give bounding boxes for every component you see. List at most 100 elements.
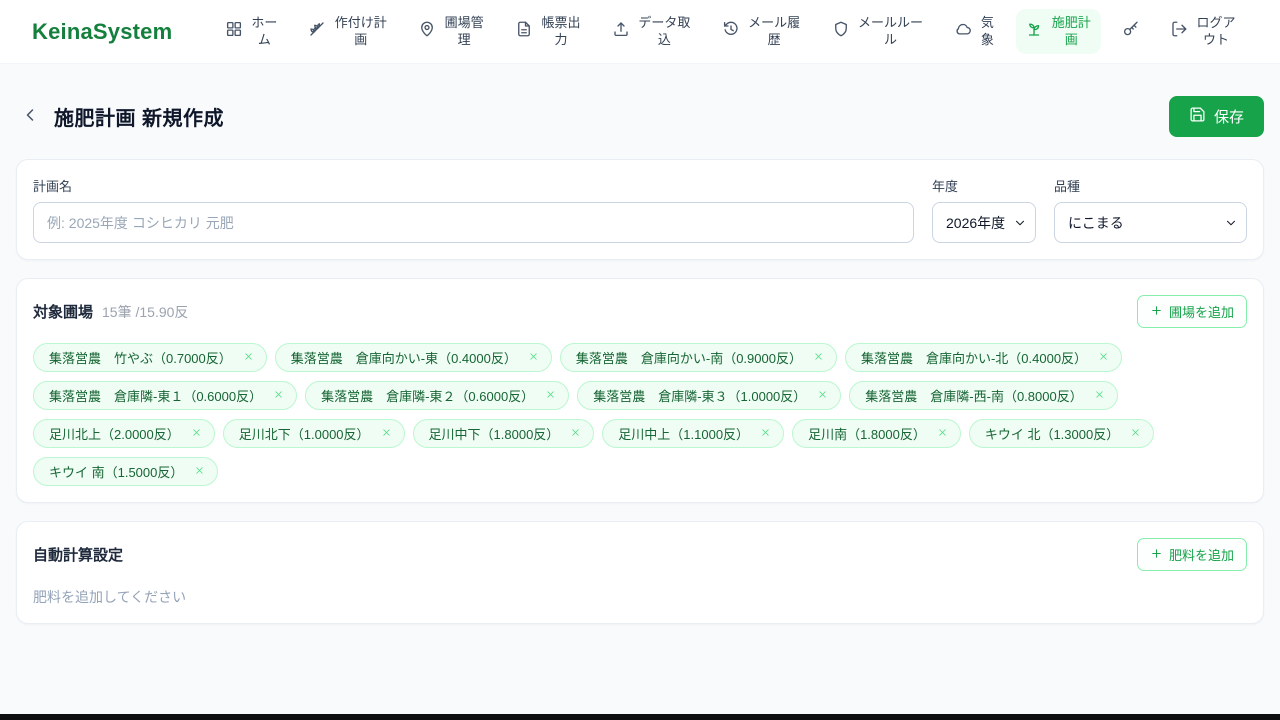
remove-field-button[interactable] (190, 425, 203, 442)
close-icon (528, 350, 539, 365)
shield-icon (832, 20, 850, 43)
nav-item-report-output[interactable]: 帳票出力 (506, 9, 591, 55)
field-chip-label: 集落営農 倉庫隣-東２（0.6000反） (321, 389, 535, 404)
remove-field-button[interactable] (759, 425, 772, 442)
close-icon (1130, 426, 1141, 441)
close-icon (817, 388, 828, 403)
field-chip-label: 集落営農 倉庫向かい-南（0.9000反） (575, 351, 802, 366)
variety-select[interactable]: にこまる (1054, 202, 1247, 243)
target-fields-card: 対象圃場 15筆 /15.90反 圃場を追加 集落営農 竹やぶ（0.7000反）… (16, 278, 1264, 503)
remove-field-button[interactable] (936, 425, 949, 442)
field-chip: 集落営農 倉庫向かい-北（0.4000反） (844, 343, 1123, 372)
field-chip: キウイ 北（1.3000反） (968, 419, 1155, 448)
brand-logo: KeinaSystem (32, 18, 173, 44)
year-label: 年度 (932, 179, 959, 194)
field-chip-label: 集落営農 竹やぶ（0.7000反） (49, 351, 232, 366)
auto-calc-card: 自動計算設定 肥料を追加 肥料を追加してください (16, 521, 1264, 624)
add-fertilizer-button[interactable]: 肥料を追加 (1136, 538, 1247, 571)
nav-item-mail-history[interactable]: メール履歴 (713, 9, 811, 55)
remove-field-button[interactable] (527, 349, 540, 366)
nav-item-logout[interactable]: ログアウト (1161, 9, 1246, 55)
add-field-button[interactable]: 圃場を追加 (1136, 295, 1247, 328)
nav-item-key[interactable] (1113, 14, 1149, 49)
remove-field-button[interactable] (193, 463, 206, 480)
field-chip-label: 足川北下（1.0000反） (238, 427, 370, 442)
remove-field-button[interactable] (544, 387, 557, 404)
remove-field-button[interactable] (242, 349, 255, 366)
nav-item-weather[interactable]: 気象 (945, 9, 1004, 55)
target-fields-summary: 15筆 /15.90反 (102, 303, 189, 320)
logout-icon (1170, 20, 1188, 43)
plus-icon (1150, 547, 1163, 563)
field-chip-label: 集落営農 倉庫隣-東３（1.0000反） (593, 389, 807, 404)
remove-field-button[interactable] (569, 425, 582, 442)
remove-field-button[interactable] (812, 349, 825, 366)
field-chip: 集落営農 倉庫隣-東３（1.0000反） (577, 381, 842, 410)
bottom-strip (0, 714, 1280, 720)
back-button[interactable] (16, 101, 44, 132)
plan-meta-card: 計画名 年度 2026年度 品種 にこまる (16, 159, 1264, 260)
page-title: 施肥計画 新規作成 (54, 108, 225, 130)
close-icon (760, 426, 771, 441)
close-icon (191, 426, 202, 441)
nav-item-label: 作付け計画 (334, 14, 387, 47)
seedling-icon (1025, 20, 1043, 43)
close-icon (545, 388, 556, 403)
nav-item-home[interactable]: ホーム (216, 9, 287, 55)
nav-item-label: メール履歴 (748, 14, 801, 47)
field-chip-label: 集落営農 倉庫向かい-東（0.4000反） (290, 351, 517, 366)
auto-calc-title: 自動計算設定 (33, 547, 124, 564)
field-chip: キウイ 南（1.5000反） (33, 457, 219, 486)
top-navigation-bar: KeinaSystem ホーム 作付け計画 圃場管理 帳票出力 データ取込 メー… (0, 0, 1280, 64)
nav-item-label: 圃場管理 (444, 14, 484, 47)
field-chip: 足川中上（1.1000反） (602, 419, 785, 448)
remove-field-button[interactable] (816, 387, 829, 404)
save-button-label: 保存 (1213, 109, 1244, 126)
close-icon (1098, 350, 1109, 365)
close-icon (937, 426, 948, 441)
field-chip: 足川北上（2.0000反） (33, 419, 215, 448)
field-chip: 足川北下（1.0000反） (222, 419, 405, 448)
nav-item-data-import[interactable]: データ取込 (603, 9, 701, 55)
year-select[interactable]: 2026年度 (932, 202, 1036, 243)
field-chip: 足川南（1.8000反） (792, 419, 961, 448)
main-content: 施肥計画 新規作成 保存 計画名 年度 2026年度 品種 (0, 96, 1280, 624)
remove-field-button[interactable] (1093, 387, 1106, 404)
nav-item-fertilization-plan[interactable]: 施肥計画 (1016, 8, 1102, 55)
plan-name-group: 計画名 (33, 176, 914, 243)
main-nav: ホーム 作付け計画 圃場管理 帳票出力 データ取込 メール履歴 メールルール 気… (216, 8, 1246, 55)
nav-item-label: データ取込 (638, 14, 691, 47)
close-icon (1094, 388, 1105, 403)
close-icon (194, 464, 205, 479)
remove-field-button[interactable] (380, 425, 393, 442)
plan-name-input[interactable] (33, 202, 914, 243)
target-fields-title: 対象圃場 (33, 304, 94, 321)
nav-item-label: ホーム (251, 14, 278, 47)
close-icon (813, 350, 824, 365)
nav-item-label: 帳票出力 (541, 14, 581, 47)
field-chip: 足川中下（1.8000反） (412, 419, 595, 448)
cloud-icon (954, 20, 972, 43)
key-icon (1122, 20, 1140, 43)
map-pin-icon (418, 20, 436, 43)
field-chip-label: 集落営農 倉庫隣-西-南（0.8000反） (865, 389, 1083, 404)
field-chip-label: 足川中下（1.8000反） (428, 427, 560, 442)
remove-field-button[interactable] (1097, 349, 1110, 366)
remove-field-button[interactable] (272, 387, 285, 404)
variety-label: 品種 (1054, 179, 1081, 194)
nav-item-field-management[interactable]: 圃場管理 (409, 9, 494, 55)
field-chip-label: キウイ 北（1.3000反） (984, 427, 1120, 442)
nav-item-mail-rules[interactable]: メールルール (823, 9, 934, 55)
field-chip: 集落営農 倉庫隣-西-南（0.8000反） (849, 381, 1118, 410)
nav-item-planting-plan[interactable]: 作付け計画 (299, 9, 397, 55)
add-fertilizer-button-label: 肥料を追加 (1168, 548, 1234, 563)
close-icon (243, 350, 254, 365)
nav-item-label: メールルール (858, 14, 924, 47)
nav-item-label: ログアウト (1196, 14, 1236, 47)
nav-item-label: 施肥計画 (1051, 14, 1091, 47)
chevron-left-icon (20, 105, 40, 128)
remove-field-button[interactable] (1129, 425, 1142, 442)
wheat-icon (308, 20, 326, 43)
save-button[interactable]: 保存 (1168, 96, 1264, 137)
field-chip-label: 足川南（1.8000反） (808, 427, 926, 442)
